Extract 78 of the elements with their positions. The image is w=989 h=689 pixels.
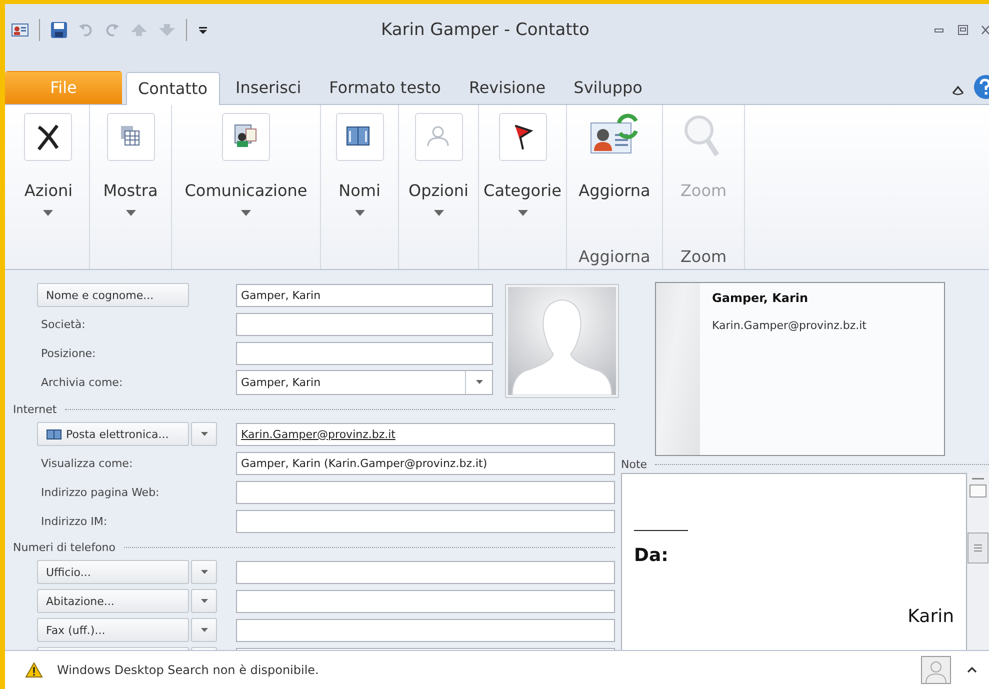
field-button[interactable]: Abitazione... — [37, 589, 189, 613]
group-label: Aggiorna — [578, 247, 650, 266]
caret-icon — [476, 380, 482, 384]
input-field[interactable] — [236, 480, 615, 504]
caret-icon — [434, 210, 444, 216]
input-field[interactable] — [236, 342, 493, 364]
expand-icon[interactable] — [967, 666, 977, 674]
field-button[interactable]: Posta elettronica... — [37, 422, 189, 446]
ribbon-tab[interactable]: Formato testo — [317, 71, 453, 104]
status-message: Windows Desktop Search non è disponibile. — [57, 663, 319, 677]
ribbon-tab[interactable]: Contatto — [126, 72, 220, 105]
caret-icon — [518, 210, 528, 216]
email-text: Karin.Gamper@provinz.bz.it — [712, 319, 866, 332]
contact-name: Gamper, Karin — [712, 291, 810, 305]
field-button[interactable]: Ufficio... — [37, 560, 189, 584]
ribbon-menu-button[interactable]: Opzioni — [406, 113, 470, 216]
close-icon[interactable] — [981, 24, 989, 36]
input-field[interactable] — [236, 312, 493, 336]
caret-icon — [126, 210, 136, 216]
ribbon-menu-button[interactable]: Comunicazione — [182, 113, 310, 216]
window-title: Karin Gamper - Contatto — [380, 20, 590, 40]
dropdown-button[interactable] — [191, 422, 217, 446]
input-field[interactable] — [236, 590, 615, 612]
ribbon-tab[interactable]: Inserisci — [224, 71, 314, 104]
caret-icon — [241, 210, 251, 216]
group-label: Zoom — [680, 247, 727, 266]
input-field[interactable] — [236, 560, 615, 584]
person-icon[interactable] — [921, 656, 951, 684]
ribbon-tab[interactable]: Sviluppo — [562, 71, 654, 104]
ribbon-button[interactable]: Aggiorna — [576, 113, 652, 200]
dropdown-button[interactable] — [191, 618, 217, 642]
dropdown-button[interactable] — [191, 560, 217, 584]
dropdown-button[interactable] — [191, 589, 217, 613]
undo-icon[interactable] — [78, 22, 94, 38]
section-title: Internet — [13, 402, 58, 416]
customize-menu-icon[interactable] — [197, 24, 209, 36]
ribbon-menu-button[interactable]: Nomi — [334, 113, 386, 216]
caret-icon — [200, 432, 208, 436]
input-field[interactable]: Gamper, Karin — [236, 284, 493, 306]
input-field[interactable]: Gamper, Karin (Karin.Gamper@provinz.bz.it) — [236, 452, 615, 474]
caret-icon — [200, 628, 208, 632]
field-label: Posizione: — [40, 346, 97, 360]
field-button[interactable]: Nome e cognome... — [37, 283, 189, 307]
notes-area[interactable]: Da: Karin — [621, 473, 967, 650]
field-button[interactable]: Fax (uff.)... — [37, 618, 189, 642]
input-field[interactable]: Karin.Gamper@provinz.bz.it — [236, 422, 615, 446]
contact-card-icon[interactable] — [11, 22, 29, 38]
warning-icon — [25, 662, 43, 678]
ribbon-menu-button[interactable]: Azioni — [22, 113, 75, 216]
redo-icon[interactable] — [104, 22, 120, 38]
note-text: Da: — [634, 545, 670, 566]
caret-icon — [200, 570, 208, 574]
field-label: Indirizzo IM: — [40, 514, 108, 528]
section-title: Numeri di telefono — [13, 540, 117, 554]
caret-icon — [43, 210, 54, 216]
save-icon[interactable] — [50, 21, 68, 39]
book-icon — [46, 428, 62, 440]
field-label: Archivia come: — [40, 376, 124, 388]
maximize-icon[interactable] — [957, 24, 969, 36]
note-text: Karin — [906, 606, 954, 627]
collapse-ribbon-icon[interactable] — [951, 84, 965, 96]
ribbon-tab[interactable]: Revisione — [456, 71, 558, 104]
input-field[interactable] — [236, 618, 615, 642]
input-field[interactable] — [236, 510, 615, 532]
combo-box[interactable]: Gamper, Karin — [236, 370, 493, 394]
section-title: Note — [621, 458, 648, 471]
x-icon — [36, 122, 60, 152]
field-label: Indirizzo pagina Web: — [40, 486, 160, 498]
caret-icon — [200, 599, 208, 603]
down-arrow-icon[interactable] — [158, 22, 176, 38]
ribbon-menu-button[interactable]: Categorie — [482, 113, 564, 216]
up-arrow-icon[interactable] — [130, 22, 148, 38]
field-label: Visualizza come: — [40, 456, 134, 470]
contact-photo[interactable] — [505, 284, 619, 398]
field-label: Società: — [40, 318, 86, 330]
caret-icon — [354, 210, 364, 216]
ribbon-menu-button[interactable]: Mostra — [101, 113, 160, 216]
help-icon[interactable] — [973, 75, 989, 99]
